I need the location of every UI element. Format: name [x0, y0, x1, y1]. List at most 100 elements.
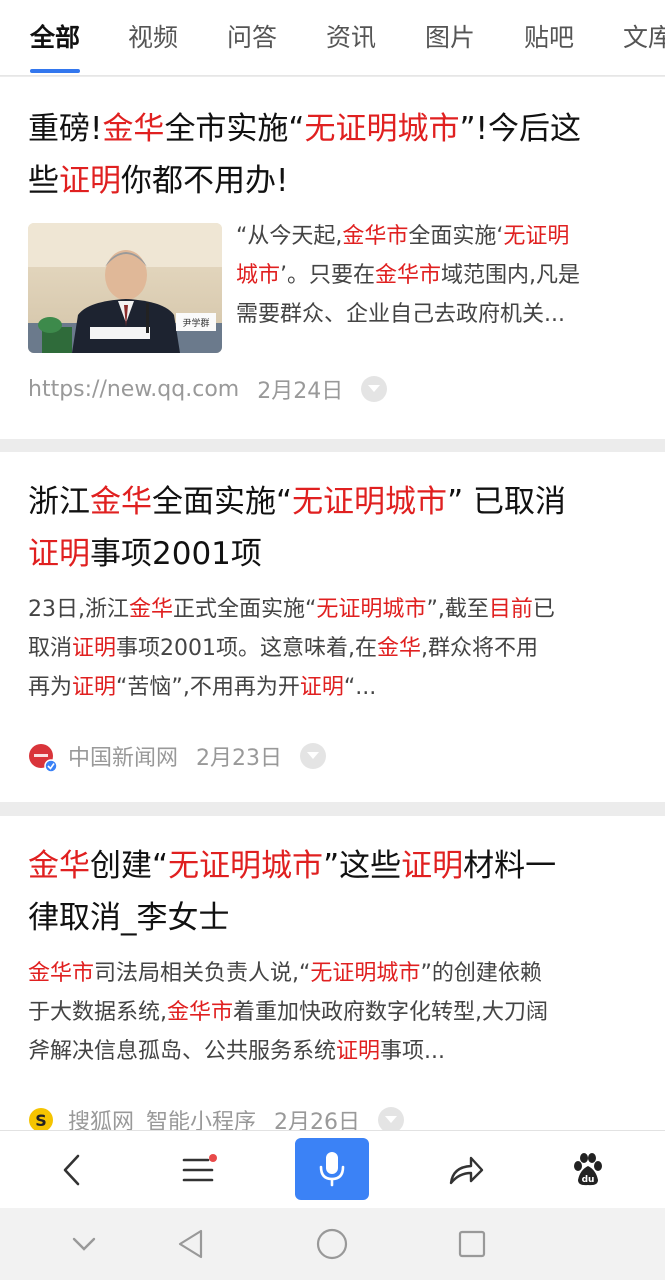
tab-wenku[interactable]: 文库 [623, 18, 665, 54]
highlighted-keyword: 证明 [401, 848, 464, 884]
highlighted-keyword: 金华 [129, 597, 174, 622]
result-snippet: 23日,浙江金华正式全面实施“无证明城市”,截至目前已 取消证明事项2001项。这… [28, 590, 648, 707]
highlighted-keyword: 城市 [236, 263, 281, 288]
category-tab-bar: 全部 视频 问答 资讯 图片 贴吧 文库 [0, 0, 665, 76]
text-segment: ”!今后这 [459, 111, 582, 147]
highlighted-keyword: 无证明城市 [292, 484, 448, 520]
result-thumbnail[interactable]: 尹学群 [28, 223, 222, 353]
text-segment: 于大数据系统, [28, 1000, 167, 1025]
text-segment: 已 [532, 597, 555, 622]
circle-home-icon[interactable] [300, 1208, 364, 1280]
text-segment: ”,截至 [426, 597, 489, 622]
result-source[interactable]: 中国新闻网 [68, 740, 178, 772]
text-segment: 司法局相关负责人说,“ [94, 961, 311, 986]
result-date: 2月26日 [274, 1110, 361, 1130]
result-source[interactable]: 搜狐网 [68, 1104, 134, 1130]
baidu-paw-icon[interactable]: du [556, 1131, 620, 1209]
highlighted-keyword: 证明 [72, 636, 117, 661]
text-segment: 重磅! [28, 111, 103, 147]
triangle-back-icon[interactable] [158, 1208, 222, 1280]
highlighted-keyword: 证明 [336, 1039, 381, 1064]
tab-qa[interactable]: 问答 [227, 18, 277, 54]
chevron-down-icon[interactable] [300, 743, 327, 769]
result-date: 2月23日 [196, 746, 283, 771]
chevron-down-icon[interactable] [52, 1208, 116, 1280]
highlighted-keyword: 金华市 [375, 263, 442, 288]
text-segment: 事项... [380, 1039, 446, 1064]
text-segment: “从今天起, [236, 224, 343, 249]
text-segment: 全面实施“ [152, 484, 293, 520]
result-source[interactable]: https://new.qq.com [28, 377, 239, 402]
result-meta: https://new.qq.com 2月24日 [28, 373, 388, 405]
tab-news[interactable]: 资讯 [326, 18, 376, 54]
text-segment: 着重加快政府数字化转型,大刀阔 [233, 1000, 549, 1025]
highlighted-keyword: 金华市 [342, 224, 409, 249]
text-segment: 域范围内,凡是 [441, 263, 581, 288]
text-segment: 正式全面实施“ [173, 597, 317, 622]
tab-video[interactable]: 视频 [128, 18, 178, 54]
result-snippet: “从今天起,金华市全面实施‘无证明 城市’。只要在金华市域范围内,凡是 需要群众、企… [236, 217, 646, 334]
text-segment: 创建“ [90, 848, 169, 884]
search-result-card[interactable]: 金华创建“无证明城市”这些证明材料一 律取消_李女士 金华市司法局相关负责人说,“… [0, 816, 665, 1130]
chevron-down-icon[interactable] [361, 376, 388, 402]
text-segment: 你都不用办! [121, 163, 289, 199]
voice-search-button[interactable] [295, 1138, 369, 1200]
highlighted-keyword: 证明 [72, 675, 117, 700]
highlighted-keyword: 证明 [59, 163, 121, 199]
system-navigation-bar [0, 1208, 665, 1280]
text-segment: 事项2001项。这意味着,在 [116, 636, 378, 661]
highlighted-keyword: 无证明 [503, 224, 570, 249]
text-segment: 事项2001项 [90, 536, 262, 572]
text-segment: 23日,浙江 [28, 597, 129, 622]
square-recent-icon[interactable] [440, 1208, 504, 1280]
text-segment: 取消 [28, 636, 73, 661]
result-meta: 中国新闻网 2月23日 [28, 740, 327, 773]
highlighted-keyword: 目前 [488, 597, 533, 622]
active-tab-indicator [30, 69, 80, 73]
share-icon[interactable] [434, 1131, 498, 1209]
text-segment: 材料一 [463, 848, 557, 884]
text-segment: 浙江 [28, 484, 90, 520]
result-title[interactable]: 浙江金华全面实施“无证明城市” 已取消证明事项2001项 [28, 476, 641, 580]
text-segment: ” 已取消 [447, 484, 566, 520]
search-result-card[interactable]: 重磅!金华全市实施“无证明城市”!今后这 些证明你都不用办! 尹学群 “从今天起,… [0, 77, 665, 439]
text-segment: 律取消_李女士 [28, 900, 230, 936]
tab-images[interactable]: 图片 [425, 18, 475, 54]
result-title[interactable]: 重磅!金华全市实施“无证明城市”!今后这 些证明你都不用办! [28, 103, 641, 207]
microphone-icon [319, 1152, 345, 1187]
svg-text:du: du [582, 1175, 595, 1185]
tab-all[interactable]: 全部 [30, 18, 80, 54]
highlighted-keyword: 无证明城市 [168, 848, 324, 884]
text-segment: ”这些 [323, 848, 402, 884]
highlighted-keyword: 无证明城市 [304, 111, 460, 147]
text-segment: ,群众将不用 [421, 636, 539, 661]
highlighted-keyword: 金华市 [28, 961, 95, 986]
result-date: 2月24日 [257, 379, 344, 404]
highlighted-keyword: 证明 [28, 536, 90, 572]
text-segment: “苦恼”,不用再为开 [116, 675, 300, 700]
highlighted-keyword: 无证明城市 [316, 597, 427, 622]
text-segment: 些 [28, 163, 59, 199]
chevron-down-icon[interactable] [378, 1107, 405, 1130]
svg-text:S: S [35, 1111, 47, 1130]
text-segment: ’。只要在 [280, 263, 376, 288]
text-segment: 再为 [28, 675, 73, 700]
text-segment: 全市实施“ [164, 111, 305, 147]
result-title[interactable]: 金华创建“无证明城市”这些证明材料一律取消_李女士 [28, 840, 641, 944]
highlighted-keyword: 金华 [377, 636, 422, 661]
back-icon[interactable] [40, 1131, 104, 1209]
tab-tieba[interactable]: 贴吧 [524, 18, 574, 54]
highlighted-keyword: 无证明城市 [310, 961, 421, 986]
thumbnail-nameplate: 尹学群 [182, 317, 209, 329]
result-source-sub: 智能小程序 [146, 1110, 257, 1130]
text-segment: 斧解决信息孤岛、公共服务系统 [28, 1039, 337, 1064]
highlighted-keyword: 金华 [90, 484, 152, 520]
menu-icon[interactable] [166, 1131, 230, 1209]
sohu-logo-icon: S [28, 1107, 54, 1130]
search-result-card[interactable]: 浙江金华全面实施“无证明城市” 已取消 证明事项2001项 23日,浙江金华正式全… [0, 452, 665, 802]
text-segment: 全面实施‘ [408, 224, 504, 249]
text-segment: “... [343, 675, 377, 700]
highlighted-keyword: 金华 [28, 848, 90, 884]
result-meta: S 搜狐网 智能小程序 2月26日 [28, 1104, 405, 1130]
highlighted-keyword: 金华市 [167, 1000, 234, 1025]
